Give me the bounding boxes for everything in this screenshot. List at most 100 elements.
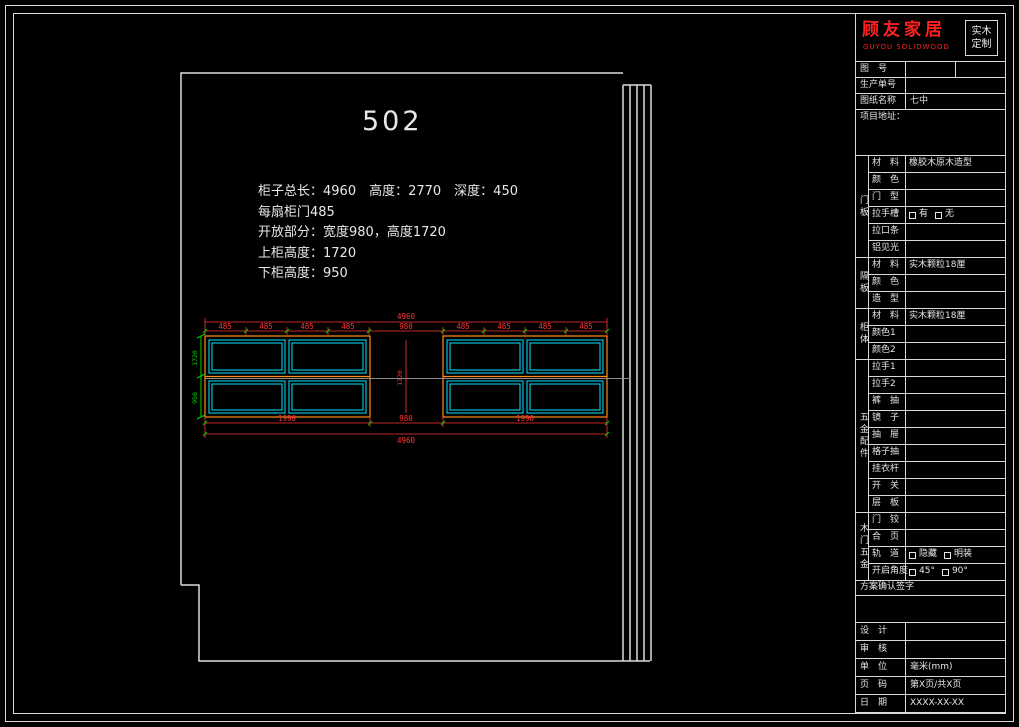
tb-label: 方案确认签字 bbox=[860, 583, 914, 593]
tb-value bbox=[906, 224, 1005, 240]
title-block: 顾友家居 GUYOU SOLIDWOOD 实木 定制 图 号 生产单号 图纸名称… bbox=[855, 14, 1005, 713]
tb-label: 门 型 bbox=[869, 190, 906, 206]
tb-value bbox=[906, 241, 1005, 257]
tb-row-reviewer: 审 核 bbox=[856, 641, 1005, 659]
tb-label: 合 页 bbox=[869, 530, 906, 546]
checkbox-45 bbox=[909, 569, 916, 576]
tb-label: 图 号 bbox=[856, 62, 906, 77]
tb-value: 七中 bbox=[906, 94, 1005, 109]
note-line: 每扇柜门485 bbox=[258, 201, 518, 222]
tb-row-units: 单 位 毫米(mm) bbox=[856, 659, 1005, 677]
tb-row: 铝见光 bbox=[869, 241, 1005, 258]
tb-value bbox=[906, 428, 1005, 444]
section-partition: 隔板 材 料实木颗粒18厘 颜 色 造 型 bbox=[856, 258, 1005, 309]
dim-bottom-seg: 980 bbox=[399, 414, 413, 423]
checkbox-label: 隐藏 bbox=[919, 550, 937, 560]
tb-label: 层 板 bbox=[869, 496, 906, 512]
tb-value bbox=[906, 343, 1005, 359]
section-side-label: 木门五金 bbox=[856, 513, 869, 581]
checkbox-surface bbox=[944, 552, 951, 559]
note-line: 柜子总长：4960 高度：2770 深度：450 bbox=[258, 180, 518, 201]
tb-label: 格子抽 bbox=[869, 445, 906, 461]
tb-label: 颜色2 bbox=[869, 343, 906, 359]
tb-label: 项目地址： bbox=[860, 112, 905, 122]
checkbox-label: 有 bbox=[919, 210, 928, 220]
tb-label: 拉手1 bbox=[869, 360, 906, 376]
checkbox-no bbox=[935, 212, 942, 219]
dim-top-seg: 485 bbox=[497, 322, 511, 331]
side-dimension-text: 1720 950 bbox=[191, 350, 199, 404]
tb-row-open-angle: 开启角度 45° 90° bbox=[869, 564, 1005, 581]
checkbox-90 bbox=[942, 569, 949, 576]
checkbox-label: 90° bbox=[952, 567, 968, 577]
dim-top-seg: 485 bbox=[341, 322, 355, 331]
dim-top-seg: 485 bbox=[259, 322, 273, 331]
tb-label: 材 料 bbox=[869, 258, 906, 274]
checkbox-label: 明装 bbox=[954, 550, 972, 560]
badge-line: 定制 bbox=[972, 39, 992, 50]
tb-label: 门 铰 bbox=[869, 513, 906, 529]
section-cabinet-body: 柜体 材 料实木颗粒18厘 颜色1 颜色2 bbox=[856, 309, 1005, 360]
tb-value: 有 无 bbox=[906, 207, 1005, 223]
tb-row: 合 页 bbox=[869, 530, 1005, 547]
tb-label: 拉口条 bbox=[869, 224, 906, 240]
tb-row: 拉手2 bbox=[869, 377, 1005, 394]
tb-label: 日 期 bbox=[856, 695, 906, 712]
tb-value bbox=[906, 641, 1005, 658]
dim-open-height: 1720 bbox=[396, 370, 404, 386]
tb-value bbox=[906, 445, 1005, 461]
tb-value bbox=[906, 78, 1005, 93]
tb-label: 挂衣杆 bbox=[869, 462, 906, 478]
note-line: 上柜高度：1720 bbox=[258, 242, 518, 263]
brand-area: 顾友家居 GUYOU SOLIDWOOD 实木 定制 bbox=[856, 14, 1005, 62]
section-door-panel: 门板 材 料橡胶木原木造型 颜 色 门 型 拉手槽 有 无 拉口条 铝见光 bbox=[856, 156, 1005, 258]
tb-value bbox=[906, 292, 1005, 308]
tb-row: 格子抽 bbox=[869, 445, 1005, 462]
tb-value bbox=[906, 173, 1005, 189]
tb-label: 图纸名称 bbox=[856, 94, 906, 109]
tb-row: 材 料实木颗粒18厘 bbox=[869, 309, 1005, 326]
tb-value bbox=[906, 62, 1005, 77]
tb-row: 裤 抽 bbox=[869, 394, 1005, 411]
tb-value: XXXX-XX-XX bbox=[906, 695, 1005, 712]
tb-row-handle-groove: 拉手槽 有 无 bbox=[869, 207, 1005, 224]
tb-row: 材 料实木颗粒18厘 bbox=[869, 258, 1005, 275]
checkbox-label: 无 bbox=[945, 210, 954, 220]
tb-row: 拉手1 bbox=[869, 360, 1005, 377]
tb-value bbox=[906, 530, 1005, 546]
tb-label: 生产单号 bbox=[856, 78, 906, 93]
badge-line: 实木 bbox=[972, 26, 992, 37]
note-line: 下柜高度：950 bbox=[258, 262, 518, 283]
tb-row-designer: 设 计 bbox=[856, 623, 1005, 641]
section-side-label: 门板 bbox=[856, 156, 869, 258]
dim-top-seg: 485 bbox=[579, 322, 593, 331]
checkbox-yes bbox=[909, 212, 916, 219]
tb-value bbox=[906, 394, 1005, 410]
dim-top-seg: 485 bbox=[456, 322, 470, 331]
tb-label: 颜 色 bbox=[869, 173, 906, 189]
tb-value bbox=[906, 411, 1005, 427]
solidwood-badge: 实木 定制 bbox=[965, 20, 998, 56]
checkbox-hidden bbox=[909, 552, 916, 559]
tb-value bbox=[906, 462, 1005, 478]
tb-label: 开启角度 bbox=[869, 564, 906, 580]
tb-value: 实木颗粒18厘 bbox=[906, 258, 1005, 274]
tb-label: 裤 抽 bbox=[869, 394, 906, 410]
dim-left-lower: 950 bbox=[191, 392, 199, 404]
tb-value: 实木颗粒18厘 bbox=[906, 309, 1005, 325]
title-block-footer: 设 计 审 核 单 位 毫米(mm) 页 码 第X页/共X页 日 期 XXXX-… bbox=[856, 623, 1005, 713]
tb-value: 毫米(mm) bbox=[906, 659, 1005, 676]
tb-row: 颜 色 bbox=[869, 173, 1005, 190]
dim-top-seg: 485 bbox=[538, 322, 552, 331]
tb-label: 拉手槽 bbox=[869, 207, 906, 223]
tb-label: 颜 色 bbox=[869, 275, 906, 291]
tb-value bbox=[906, 513, 1005, 529]
tb-row: 抽 屉 bbox=[869, 428, 1005, 445]
tb-row: 材 料橡胶木原木造型 bbox=[869, 156, 1005, 173]
section-side-label: 五金配件 bbox=[856, 360, 869, 513]
tb-label: 镜 子 bbox=[869, 411, 906, 427]
tb-label: 造 型 bbox=[869, 292, 906, 308]
tb-value bbox=[906, 377, 1005, 393]
tb-row-page: 页 码 第X页/共X页 bbox=[856, 677, 1005, 695]
tb-row: 颜色2 bbox=[869, 343, 1005, 360]
